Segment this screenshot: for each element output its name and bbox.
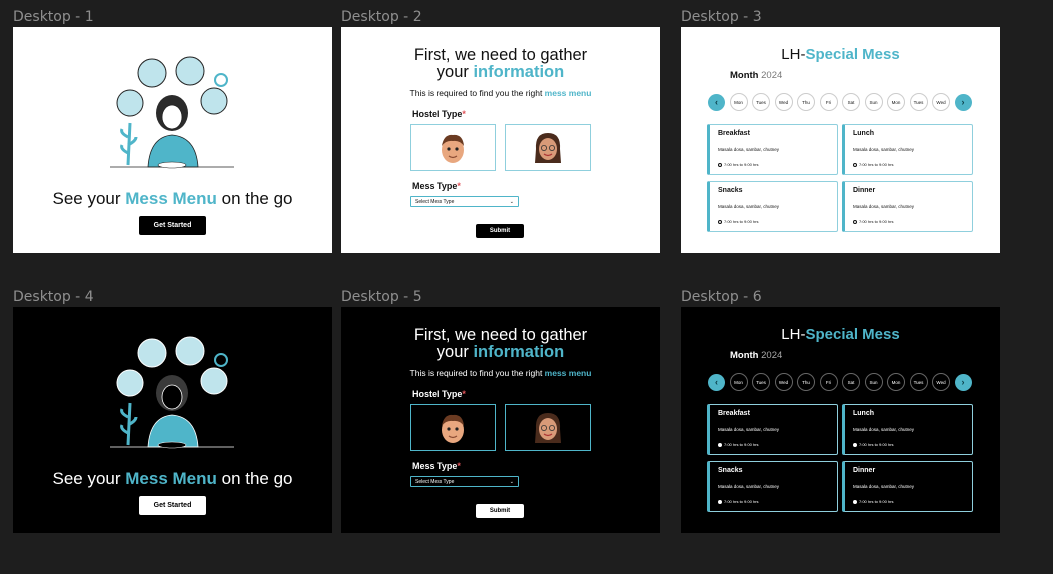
submit-button[interactable]: Submit (476, 504, 524, 518)
female-avatar-icon (535, 412, 561, 443)
day-chip[interactable]: Wed (774, 373, 793, 391)
month-label: Month 2024 (730, 70, 783, 81)
day-chip[interactable]: Wed (932, 373, 950, 391)
day-chip[interactable]: Mon (729, 93, 748, 111)
day-chip[interactable]: Sun (864, 373, 883, 391)
frame-label-desktop-3[interactable]: Desktop - 3 (681, 9, 762, 25)
frame-label-desktop-1[interactable]: Desktop - 1 (13, 9, 94, 25)
day-chip[interactable]: Tues (752, 373, 770, 391)
snacks-card[interactable]: Snacks Masala dosa, sambar, chutney 7:00… (707, 461, 838, 512)
get-started-button[interactable]: Get Started (139, 496, 206, 515)
hero-prefix: See your (52, 189, 126, 208)
day-chip[interactable]: Fri (819, 373, 838, 391)
chevron-right-icon[interactable]: › (954, 373, 972, 391)
form-subtitle: This is required to find you the right m… (409, 88, 592, 98)
mess-type-placeholder: Select Mess Type (415, 198, 455, 205)
breakfast-card[interactable]: Breakfast Masala dosa, sambar, chutney 7… (707, 124, 838, 175)
clock-icon (718, 162, 722, 167)
dinner-card[interactable]: Dinner Masala dosa, sambar, chutney 7:00… (842, 181, 973, 232)
desktop-2-frame[interactable]: First, we need to gather your informatio… (341, 27, 660, 253)
desktop-6-frame[interactable]: LH-Special Mess Month 2024 ‹ Mon Tues We… (681, 307, 1000, 533)
form-title: First, we need to gather your informatio… (413, 326, 588, 361)
chevron-down-icon: ⌄ (509, 478, 514, 485)
form-title: First, we need to gather your informatio… (341, 47, 660, 81)
day-selector: ‹ Mon Tues Wed Thu Fri Sat Sun Mon Tues … (708, 373, 972, 391)
male-avatar-icon (442, 414, 464, 443)
day-chip[interactable]: Tues (752, 93, 770, 111)
woman-thinking-illustration (110, 336, 234, 449)
form-title-line1: First, we need to gather (413, 46, 588, 64)
snacks-card[interactable]: Snacks Masala dosa, sambar, chutney 7:00… (707, 181, 838, 232)
frame-label-desktop-4[interactable]: Desktop - 4 (13, 289, 94, 305)
male-hostel-option[interactable] (410, 404, 496, 451)
dinner-card[interactable]: Dinner Masala dosa, sambar, chutney 7:00… (842, 461, 973, 512)
female-hostel-option[interactable] (505, 124, 591, 171)
female-avatar-icon (535, 132, 561, 163)
hero-headline: See your Mess Menu on the go (13, 189, 332, 209)
day-chip[interactable]: Tues (909, 93, 928, 111)
day-chip[interactable]: Sat (842, 373, 860, 391)
desktop-1-frame[interactable]: See your Mess Menu on the go Get Started (13, 27, 332, 253)
get-started-button[interactable]: Get Started (139, 216, 206, 235)
male-hostel-option[interactable] (410, 124, 496, 171)
clock-icon (853, 162, 857, 167)
clock-icon (853, 442, 857, 447)
frame-label-desktop-2[interactable]: Desktop - 2 (341, 9, 422, 25)
desktop-5-frame[interactable]: First, we need to gather your informatio… (341, 307, 660, 533)
day-chip[interactable]: Mon (729, 373, 748, 391)
hostel-type-label: Hostel Type* (412, 109, 466, 119)
day-chip[interactable]: Thu (797, 93, 815, 111)
mess-type-label: Mess Type* (412, 181, 461, 191)
mess-type-select[interactable]: Select Mess Type ⌄ (410, 476, 519, 487)
clock-icon (718, 442, 722, 447)
frame-label-desktop-6[interactable]: Desktop - 6 (681, 289, 762, 305)
clock-icon (718, 219, 722, 224)
breakfast-card[interactable]: Breakfast Masala dosa, sambar, chutney 7… (707, 404, 838, 455)
hero-accent: Mess Menu (125, 189, 217, 208)
day-chip[interactable]: Mon (887, 373, 905, 391)
hero-suffix: on the go (216, 189, 293, 208)
day-chip[interactable]: Wed (932, 93, 950, 111)
hero-headline: See your Mess Menu on the go (52, 469, 293, 488)
day-chip[interactable]: Wed (774, 93, 793, 111)
submit-button[interactable]: Submit (476, 224, 524, 238)
day-chip[interactable]: Sat (842, 93, 860, 111)
day-chip[interactable]: Sun (864, 93, 883, 111)
desktop-4-frame[interactable]: See your Mess Menu on the go Get Started (13, 307, 332, 533)
form-title-line2: your information (436, 63, 565, 81)
day-chip[interactable]: Thu (797, 373, 815, 391)
female-hostel-option[interactable] (505, 404, 591, 451)
day-selector: ‹ Mon Tues Wed Thu Fri Sat Sun Mon Tues … (708, 93, 972, 111)
day-chip[interactable]: Tues (909, 373, 928, 391)
month-label: Month 2024 (730, 350, 783, 361)
form-subtitle: This is required to find you the right m… (409, 368, 592, 378)
mess-type-select[interactable]: Select Mess Type ⌄ (410, 196, 519, 207)
chevron-left-icon[interactable]: ‹ (708, 93, 725, 111)
male-avatar-icon (442, 134, 464, 163)
day-chip[interactable]: Fri (819, 93, 838, 111)
day-chip[interactable]: Mon (887, 93, 905, 111)
mess-type-label: Mess Type* (412, 461, 461, 471)
clock-icon (853, 219, 857, 224)
lunch-card[interactable]: Lunch Masala dosa, sambar, chutney 7:00 … (842, 404, 973, 455)
chevron-right-icon[interactable]: › (954, 93, 972, 111)
clock-icon (718, 499, 722, 504)
woman-thinking-illustration (110, 56, 234, 169)
chevron-left-icon[interactable]: ‹ (708, 373, 725, 391)
clock-icon (853, 499, 857, 504)
frame-label-desktop-5[interactable]: Desktop - 5 (341, 289, 422, 305)
lunch-card[interactable]: Lunch Masala dosa, sambar, chutney 7:00 … (842, 124, 973, 175)
chevron-down-icon: ⌄ (509, 198, 514, 205)
hostel-type-label: Hostel Type* (412, 389, 466, 399)
mess-title: LH-Special Mess (781, 46, 900, 63)
mess-title: LH-Special Mess (781, 326, 900, 343)
desktop-3-frame[interactable]: LH-Special Mess Month 2024 ‹ Mon Tues We… (681, 27, 1000, 253)
